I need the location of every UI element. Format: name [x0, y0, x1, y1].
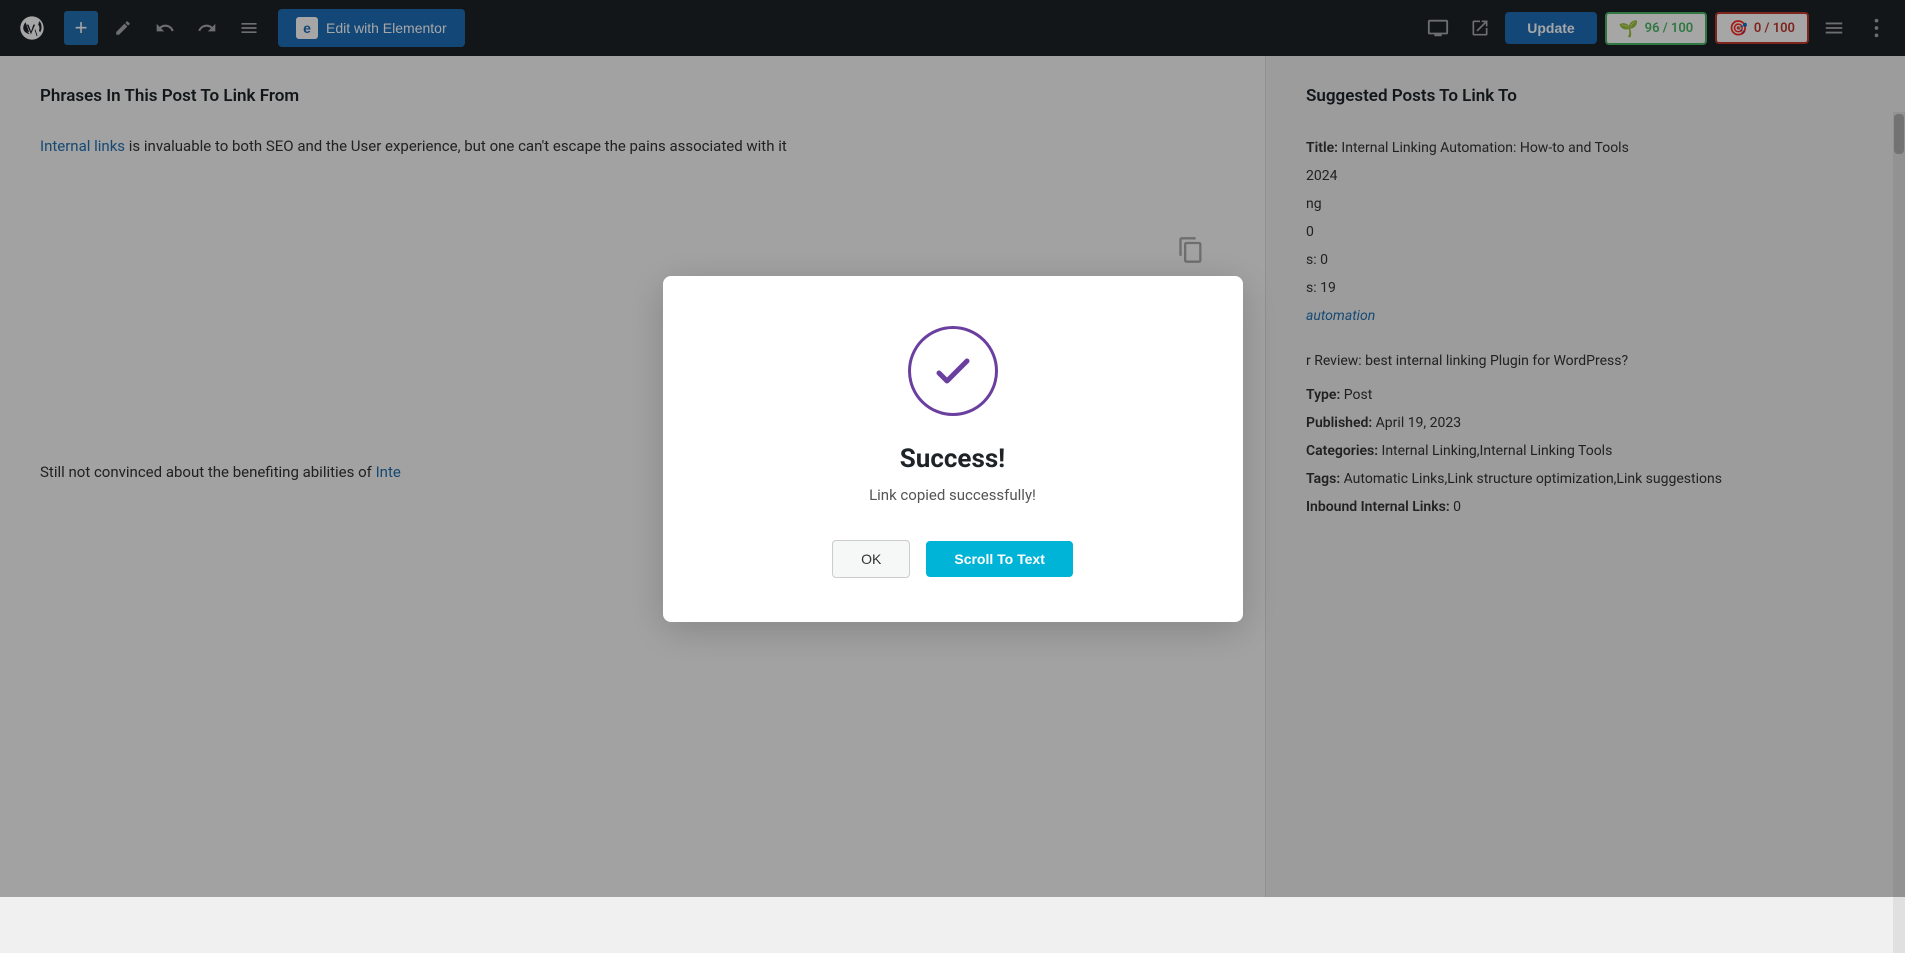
modal-subtitle: Link copied successfully!	[869, 486, 1036, 504]
modal-actions: OK Scroll To Text	[832, 540, 1073, 578]
success-icon	[908, 326, 998, 416]
modal-overlay: Success! Link copied successfully! OK Sc…	[0, 0, 1905, 897]
scroll-to-text-button[interactable]: Scroll To Text	[926, 541, 1073, 577]
ok-button[interactable]: OK	[832, 540, 910, 578]
modal-title: Success!	[900, 444, 1005, 474]
success-modal: Success! Link copied successfully! OK Sc…	[663, 276, 1243, 622]
